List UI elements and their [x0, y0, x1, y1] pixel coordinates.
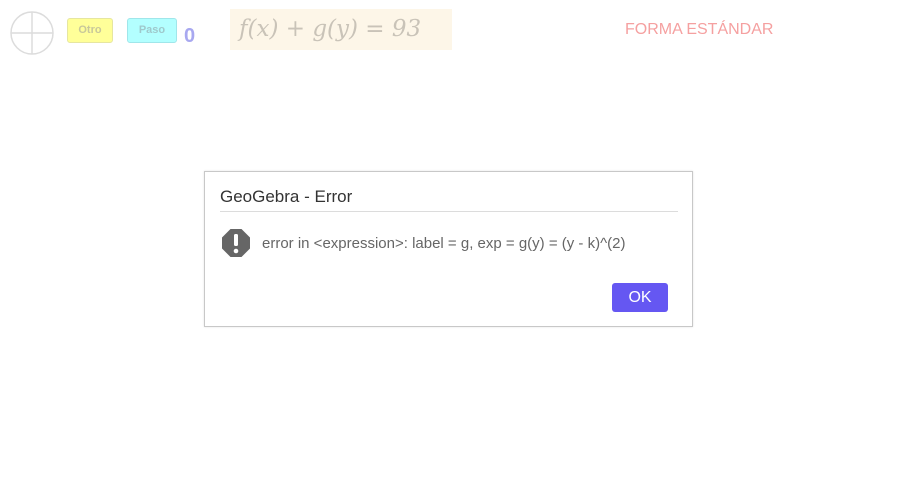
error-message: error in <expression>: label = g, exp = …	[262, 235, 626, 252]
otro-button[interactable]: Otro	[67, 18, 113, 43]
dialog-title: GeoGebra - Error	[220, 187, 353, 206]
step-counter: 0	[184, 25, 196, 47]
equation-text: f(x) + g(y) = 93	[239, 16, 422, 42]
paso-button[interactable]: Paso	[127, 18, 177, 43]
error-dialog: GeoGebra - Error error in <expression>: …	[204, 171, 693, 327]
ok-button[interactable]: OK	[612, 283, 668, 312]
dialog-divider	[220, 211, 678, 212]
equation-display: f(x) + g(y) = 93	[230, 9, 452, 50]
reset-view-icon[interactable]	[10, 11, 54, 55]
forma-estandar-label: FORMA ESTÁNDAR	[625, 21, 774, 38]
exclamation-icon	[220, 227, 252, 259]
